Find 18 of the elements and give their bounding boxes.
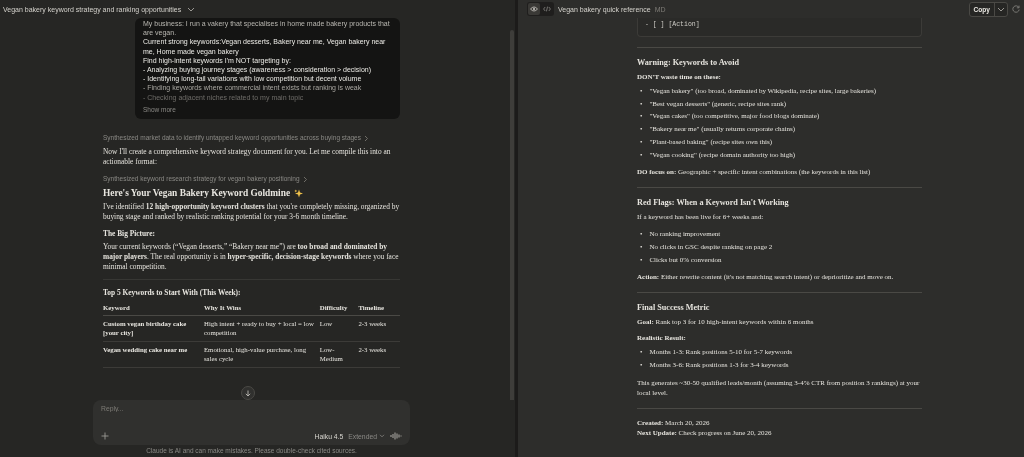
- sparkle-icon: [294, 188, 304, 198]
- arrow-down-icon: [245, 389, 251, 397]
- chevron-down-icon[interactable]: [995, 6, 1007, 12]
- code-icon: [543, 6, 551, 12]
- heading: Here's Your Vegan Bakery Keyword Goldmine: [103, 188, 291, 199]
- chevron-down-icon: [379, 434, 385, 438]
- refresh-icon[interactable]: [1012, 5, 1020, 13]
- preview-tab[interactable]: [528, 3, 540, 15]
- eye-icon: [530, 6, 538, 12]
- section-heading: Final Success Metric: [637, 302, 711, 314]
- plus-icon[interactable]: [101, 432, 109, 440]
- chevron-down-icon[interactable]: [187, 6, 196, 12]
- voice-waveform-icon[interactable]: [390, 432, 402, 440]
- section-heading: Red Flags: When a Keyword Isn't Working: [637, 197, 790, 209]
- chevron-right-icon[interactable]: [302, 175, 308, 183]
- chevron-right-icon[interactable]: [364, 134, 369, 142]
- section-heading: Warning: Keywords to Avoid: [637, 57, 740, 68]
- scroll-down-button[interactable]: [241, 386, 255, 400]
